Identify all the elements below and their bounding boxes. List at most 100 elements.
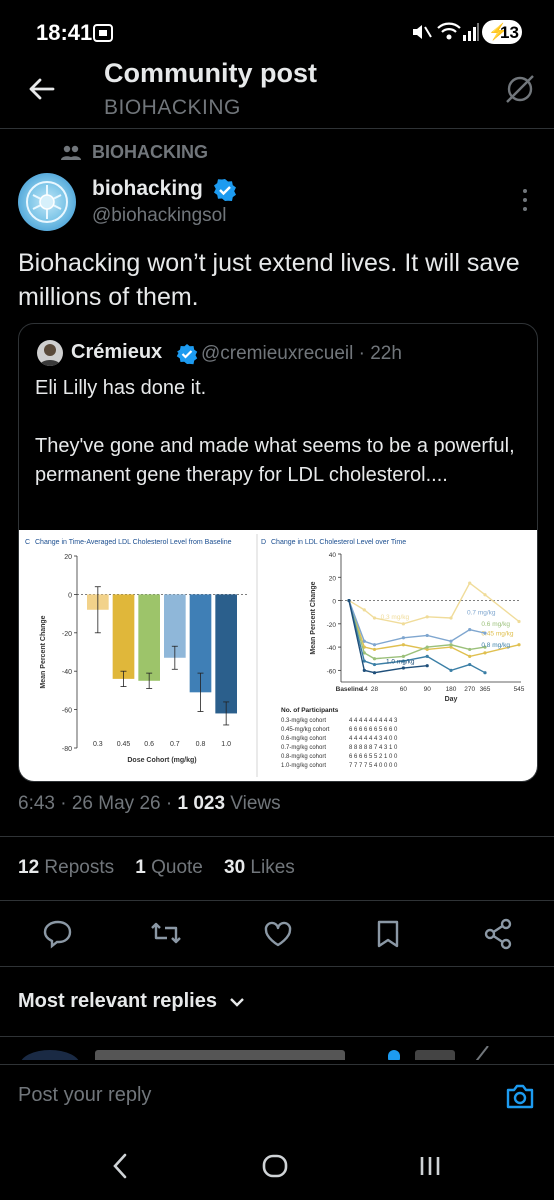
panel-d-letter: D xyxy=(261,539,266,546)
panel-d-point xyxy=(425,664,429,668)
reply-avatar xyxy=(20,1050,80,1060)
participants-counts: 6 6 6 6 5 5 2 1 0 0 xyxy=(349,754,398,760)
participants-cohort: 0.3-mg/kg cohort xyxy=(281,718,326,724)
panel-d-x-tick-label: 365 xyxy=(480,686,491,693)
reposts-label: Reposts xyxy=(39,857,115,878)
panel-c-title: Change in Time-Averaged LDL Cholesterol … xyxy=(35,539,232,546)
reply-meta-placeholder xyxy=(415,1050,455,1060)
panel-d-point xyxy=(449,668,453,672)
panel-c-y-tick-label: -20 xyxy=(62,631,72,638)
reposts-link[interactable]: 12 Reposts xyxy=(18,857,114,878)
panel-d-point xyxy=(483,651,487,655)
panel-d-point xyxy=(468,628,472,632)
panel-d-point xyxy=(372,657,377,661)
chart-figure: C Change in Time-Averaged LDL Cholesterol… xyxy=(25,534,525,777)
header-divider xyxy=(0,128,554,129)
participants-title: No. of Participants xyxy=(281,707,339,714)
participants-cohort: 0.45-mg/kg cohort xyxy=(281,727,330,733)
actions-divider xyxy=(0,966,554,967)
bookmark-icon[interactable] xyxy=(368,914,408,954)
panel-d-x-tick-label: Baseline xyxy=(336,686,363,693)
status-time: 18:41 xyxy=(36,20,93,45)
nav-back-icon[interactable] xyxy=(108,1151,132,1181)
nav-recents-icon[interactable] xyxy=(416,1151,444,1181)
panel-d-series-label: 0.6 mg/kg xyxy=(481,621,510,628)
panel-d-point xyxy=(401,643,405,647)
author-handle[interactable]: @biohackingsol xyxy=(92,205,226,227)
panel-d-x-tick-label: 545 xyxy=(514,686,525,693)
panel-d-point xyxy=(425,633,429,638)
panel-d-point xyxy=(362,639,366,643)
likes-count: 30 xyxy=(224,857,246,878)
participants-cohort: 1.0-mg/kg cohort xyxy=(281,763,326,769)
participants-cohort: 0.6-mg/kg cohort xyxy=(281,736,326,742)
avatar[interactable] xyxy=(18,173,76,231)
panel-d-point xyxy=(362,668,366,672)
reply-input[interactable]: Post your reply xyxy=(18,1084,151,1107)
post-text: Biohacking won’t just extend lives. It w… xyxy=(18,249,520,311)
action-bar xyxy=(0,908,554,960)
panel-d-point xyxy=(372,647,377,652)
panel-d-point xyxy=(372,671,377,675)
nav-home-icon[interactable] xyxy=(260,1151,290,1181)
post-time: 6:43 · 26 May 26 · xyxy=(18,793,178,814)
signal-icon xyxy=(463,23,479,41)
participants-counts: 7 7 7 7 5 4 0 0 0 0 xyxy=(349,763,398,769)
screenshot-icon xyxy=(93,24,113,42)
community-label[interactable]: BIOHACKING xyxy=(92,142,208,163)
panel-d-x-tick-label: 14 xyxy=(361,686,369,693)
likes-label: Likes xyxy=(245,857,295,878)
quote-avatar[interactable] xyxy=(37,340,63,366)
post-stats: 12 Reposts 1 Quote 30 Likes xyxy=(18,857,295,879)
reposts-count: 12 xyxy=(18,857,40,878)
panel-d-point xyxy=(401,666,405,670)
panel-d-x-tick-label: 90 xyxy=(424,686,432,693)
quote-author-name[interactable]: Crémieux xyxy=(71,341,162,364)
quote-image[interactable]: C Change in Time-Averaged LDL Cholesterol… xyxy=(19,530,537,781)
chevron-down-icon xyxy=(229,997,244,1007)
panel-d-point xyxy=(401,622,405,626)
panel-d-y-tick-label: -60 xyxy=(327,668,337,675)
panel-d-x-label: Day xyxy=(445,696,458,703)
panel-d-point xyxy=(483,593,487,597)
panel-d-title: Change in LDL Cholesterol Level over Tim… xyxy=(271,539,406,546)
participants-counts: 6 6 6 6 6 6 5 6 6 0 xyxy=(349,727,398,733)
arrow-left-icon[interactable] xyxy=(26,74,56,104)
slash-circle-icon[interactable] xyxy=(503,72,537,106)
panel-d-point xyxy=(483,671,487,675)
reply-preview-clipped[interactable] xyxy=(0,1046,554,1060)
author-name[interactable]: biohacking xyxy=(92,177,203,201)
battery-level: 13 xyxy=(500,23,519,42)
repost-icon[interactable] xyxy=(146,914,186,954)
likes-link[interactable]: 30 Likes xyxy=(224,857,295,878)
panel-c-letter: C xyxy=(25,539,30,546)
reply-icon[interactable] xyxy=(38,914,78,954)
page-subtitle: BIOHACKING xyxy=(104,96,241,119)
panel-d-series-label: 0.3 mg/kg xyxy=(381,614,410,621)
share-icon[interactable] xyxy=(478,914,518,954)
panel-c-x-tick-label: 0.45 xyxy=(117,741,131,748)
more-vertical-icon[interactable] xyxy=(515,186,535,214)
participants-counts: 4 4 4 4 4 4 4 4 4 3 xyxy=(349,718,398,724)
quotes-label: Quote xyxy=(145,857,203,878)
stats-divider xyxy=(0,900,554,901)
mute-icon xyxy=(413,25,432,39)
verified-badge-icon xyxy=(214,179,236,201)
wifi-icon xyxy=(437,22,461,40)
camera-icon[interactable] xyxy=(504,1080,536,1112)
panel-c-bar xyxy=(215,594,237,714)
panel-c-x-tick-label: 0.7 xyxy=(170,741,180,748)
post-timestamp: 6:43 · 26 May 26 · 1 023 Views xyxy=(18,793,281,815)
quoted-post[interactable]: Crémieux @cremieuxrecueil · 22h Eli Lill… xyxy=(18,323,538,782)
panel-d-point xyxy=(449,643,453,647)
quotes-link[interactable]: 1 Quote xyxy=(135,857,203,878)
replies-sort-dropdown[interactable]: Most relevant replies xyxy=(18,990,245,1013)
quote-text-line-1: Eli Lilly has done it. xyxy=(35,377,207,399)
panel-d-point xyxy=(517,619,521,624)
panel-c-bar xyxy=(138,594,160,681)
slash-circle-icon xyxy=(470,1046,490,1060)
quote-author-handle[interactable]: @cremieuxrecueil · 22h xyxy=(201,343,402,365)
quote-avatar-portrait-icon xyxy=(39,344,61,366)
verified-badge-icon xyxy=(388,1050,400,1060)
heart-icon[interactable] xyxy=(258,914,298,954)
